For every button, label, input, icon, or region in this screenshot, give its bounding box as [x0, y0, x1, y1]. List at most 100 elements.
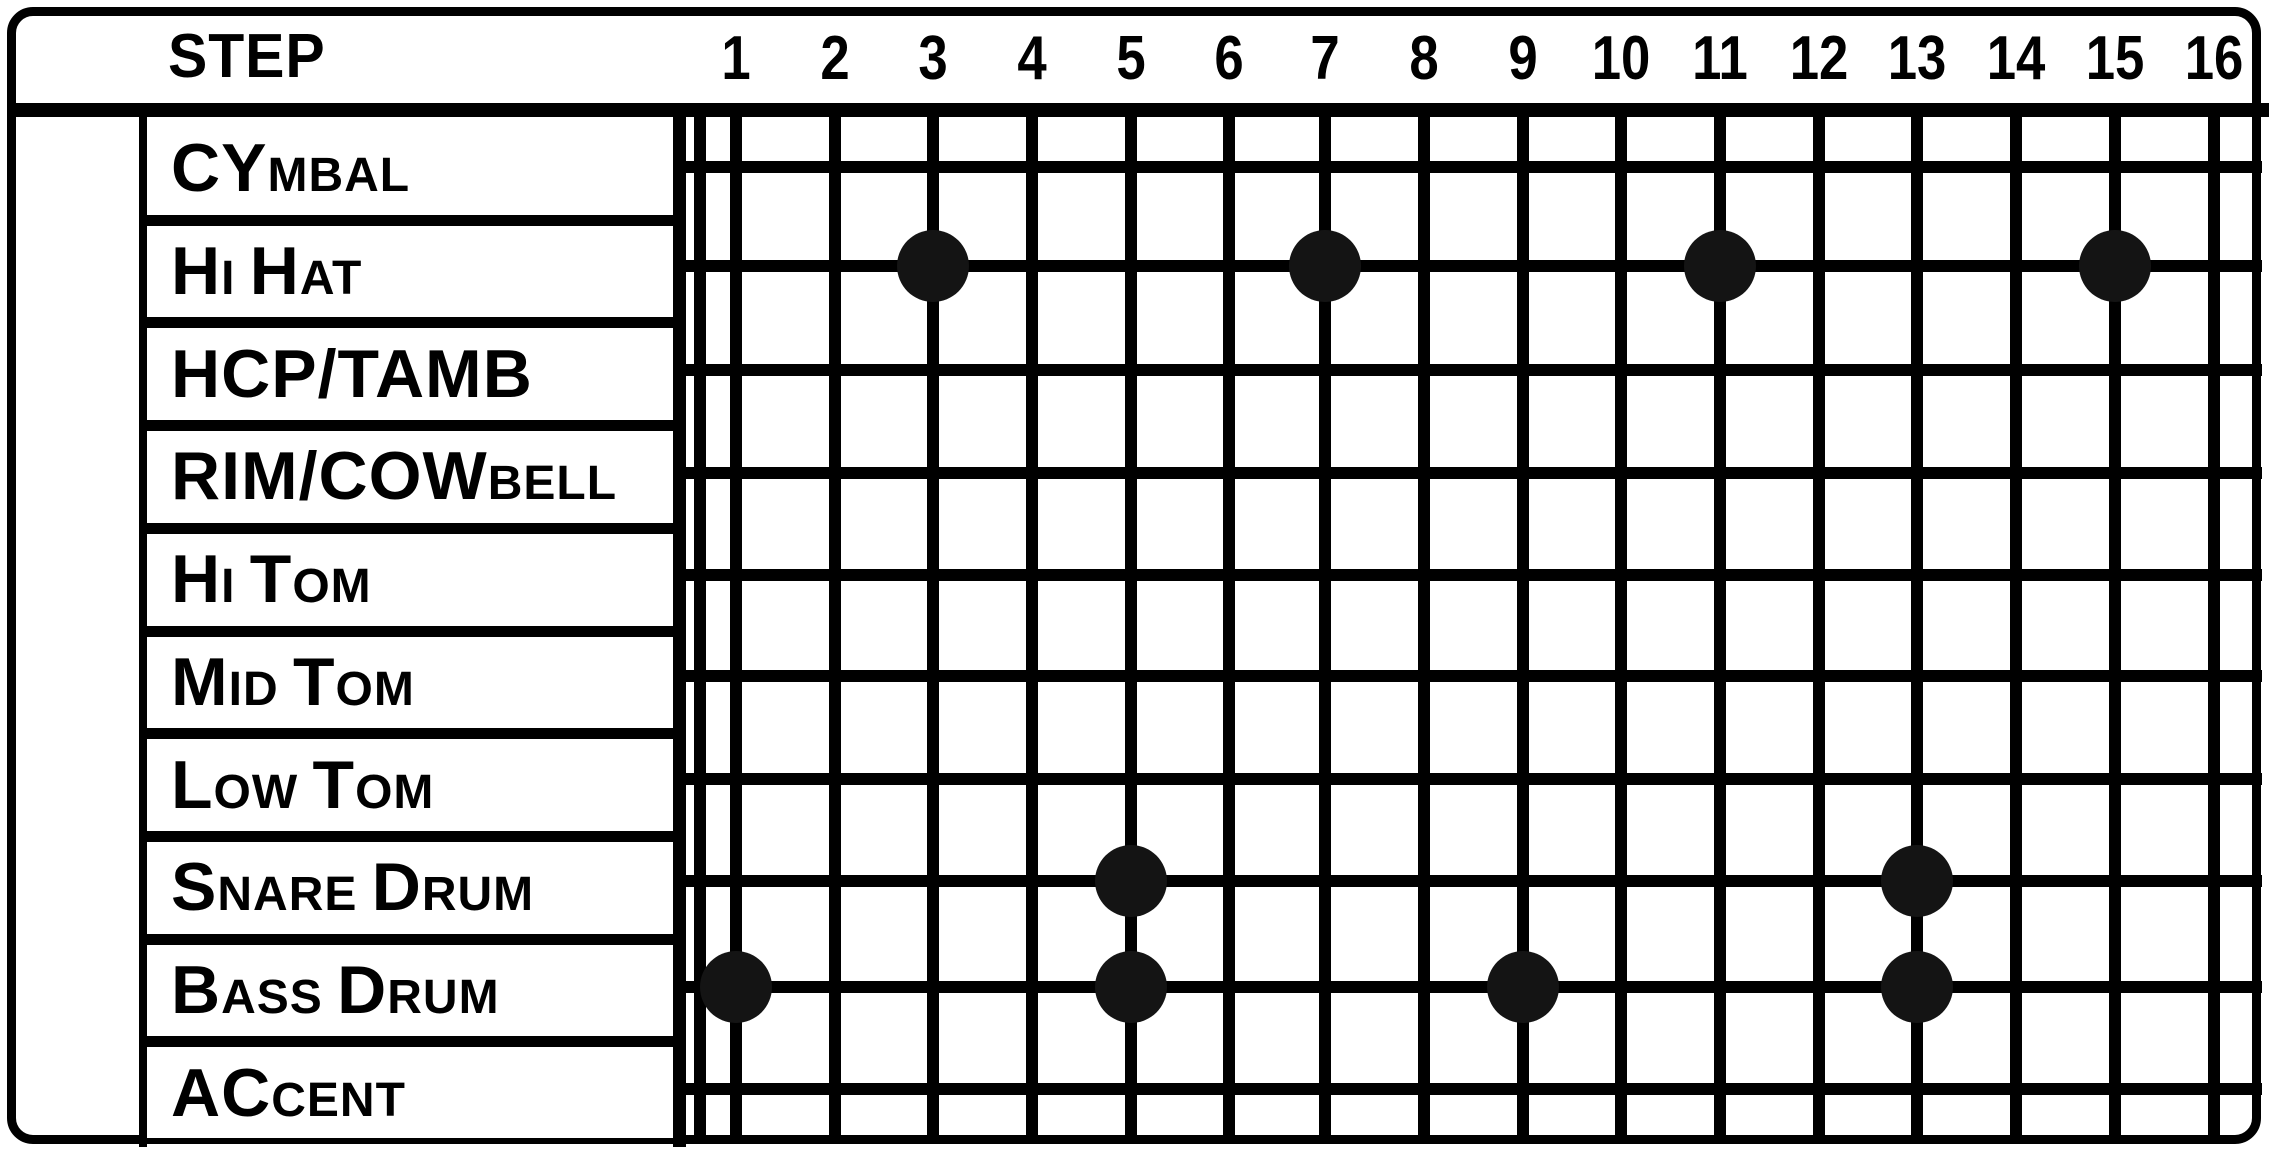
step-cell[interactable] [805, 646, 865, 706]
step-cell[interactable] [1295, 545, 1355, 605]
step-cell[interactable] [1002, 340, 1062, 400]
step-cell[interactable] [1199, 545, 1259, 605]
step-cell[interactable] [1690, 851, 1750, 911]
step-cell[interactable] [706, 646, 766, 706]
step-cell[interactable] [1101, 545, 1161, 605]
step-cell[interactable] [903, 749, 963, 809]
step-cell[interactable] [1690, 957, 1750, 1017]
step-cell[interactable] [1591, 1059, 1651, 1119]
step-cell[interactable] [2184, 340, 2244, 400]
step-cell[interactable] [1101, 340, 1161, 400]
step-cell[interactable] [1591, 545, 1651, 605]
step-cell[interactable] [903, 340, 963, 400]
step-cell[interactable] [1591, 957, 1651, 1017]
step-cell[interactable] [1986, 443, 2046, 503]
step-cell[interactable] [1493, 340, 1553, 400]
step-cell[interactable] [1591, 137, 1651, 197]
step-cell[interactable] [1002, 1059, 1062, 1119]
step-cell[interactable] [1591, 340, 1651, 400]
step-cell[interactable] [1394, 851, 1454, 911]
step-cell[interactable] [1986, 851, 2046, 911]
step-cell[interactable] [1002, 851, 1062, 911]
step-cell[interactable] [1002, 749, 1062, 809]
step-cell[interactable] [1002, 646, 1062, 706]
step-cell[interactable] [1789, 646, 1849, 706]
step-cell[interactable] [2085, 646, 2145, 706]
step-cell[interactable] [1295, 957, 1355, 1017]
step-cell[interactable] [706, 340, 766, 400]
step-cell[interactable] [2085, 1059, 2145, 1119]
step-cell[interactable] [2085, 137, 2145, 197]
step-cell[interactable] [805, 443, 865, 503]
step-cell[interactable] [1789, 443, 1849, 503]
step-cell[interactable] [1199, 957, 1259, 1017]
step-cell[interactable] [1591, 851, 1651, 911]
step-cell[interactable] [2184, 646, 2244, 706]
step-cell[interactable] [1394, 137, 1454, 197]
step-cell[interactable] [1690, 646, 1750, 706]
note-dot[interactable] [2078, 229, 2151, 302]
step-cell[interactable] [903, 957, 963, 1017]
step-cell[interactable] [2085, 545, 2145, 605]
step-cell[interactable] [805, 137, 865, 197]
step-cell[interactable] [2085, 749, 2145, 809]
step-cell[interactable] [1002, 236, 1062, 296]
step-cell[interactable] [1986, 545, 2046, 605]
step-cell[interactable] [2184, 749, 2244, 809]
step-cell[interactable] [1690, 1059, 1750, 1119]
step-cell[interactable] [1493, 137, 1553, 197]
step-cell[interactable] [1493, 545, 1553, 605]
step-cell[interactable] [1887, 1059, 1947, 1119]
step-cell[interactable] [1199, 340, 1259, 400]
step-cell[interactable] [1199, 851, 1259, 911]
note-dot[interactable] [1289, 229, 1362, 302]
step-cell[interactable] [1591, 443, 1651, 503]
step-cell[interactable] [2085, 851, 2145, 911]
step-cell[interactable] [706, 749, 766, 809]
step-cell[interactable] [1493, 443, 1553, 503]
note-dot[interactable] [1684, 229, 1757, 302]
step-cell[interactable] [2184, 443, 2244, 503]
note-dot[interactable] [897, 229, 970, 302]
step-cell[interactable] [706, 545, 766, 605]
step-cell[interactable] [1002, 137, 1062, 197]
step-cell[interactable] [1199, 749, 1259, 809]
step-cell[interactable] [1101, 1059, 1161, 1119]
step-cell[interactable] [1789, 749, 1849, 809]
step-cell[interactable] [2184, 545, 2244, 605]
step-cell[interactable] [2184, 1059, 2244, 1119]
step-cell[interactable] [1690, 340, 1750, 400]
step-cell[interactable] [1199, 137, 1259, 197]
step-cell[interactable] [1690, 749, 1750, 809]
step-cell[interactable] [1295, 646, 1355, 706]
step-cell[interactable] [1295, 340, 1355, 400]
note-dot[interactable] [1881, 951, 1954, 1024]
step-cell[interactable] [805, 749, 865, 809]
step-cell[interactable] [1887, 545, 1947, 605]
step-cell[interactable] [805, 236, 865, 296]
step-cell[interactable] [706, 851, 766, 911]
step-cell[interactable] [1394, 646, 1454, 706]
step-cell[interactable] [1295, 1059, 1355, 1119]
step-cell[interactable] [1493, 236, 1553, 296]
step-cell[interactable] [1986, 646, 2046, 706]
step-cell[interactable] [2085, 443, 2145, 503]
step-cell[interactable] [1295, 749, 1355, 809]
step-cell[interactable] [805, 957, 865, 1017]
step-cell[interactable] [1986, 137, 2046, 197]
step-cell[interactable] [706, 236, 766, 296]
step-cell[interactable] [706, 443, 766, 503]
note-dot[interactable] [1094, 951, 1167, 1024]
step-cell[interactable] [1789, 236, 1849, 296]
step-cell[interactable] [1295, 851, 1355, 911]
step-cell[interactable] [1493, 851, 1553, 911]
step-cell[interactable] [903, 137, 963, 197]
step-cell[interactable] [1199, 236, 1259, 296]
step-cell[interactable] [1591, 646, 1651, 706]
step-cell[interactable] [1394, 340, 1454, 400]
step-cell[interactable] [1986, 957, 2046, 1017]
step-cell[interactable] [1789, 340, 1849, 400]
step-cell[interactable] [1199, 443, 1259, 503]
step-cell[interactable] [1887, 749, 1947, 809]
step-cell[interactable] [1394, 957, 1454, 1017]
